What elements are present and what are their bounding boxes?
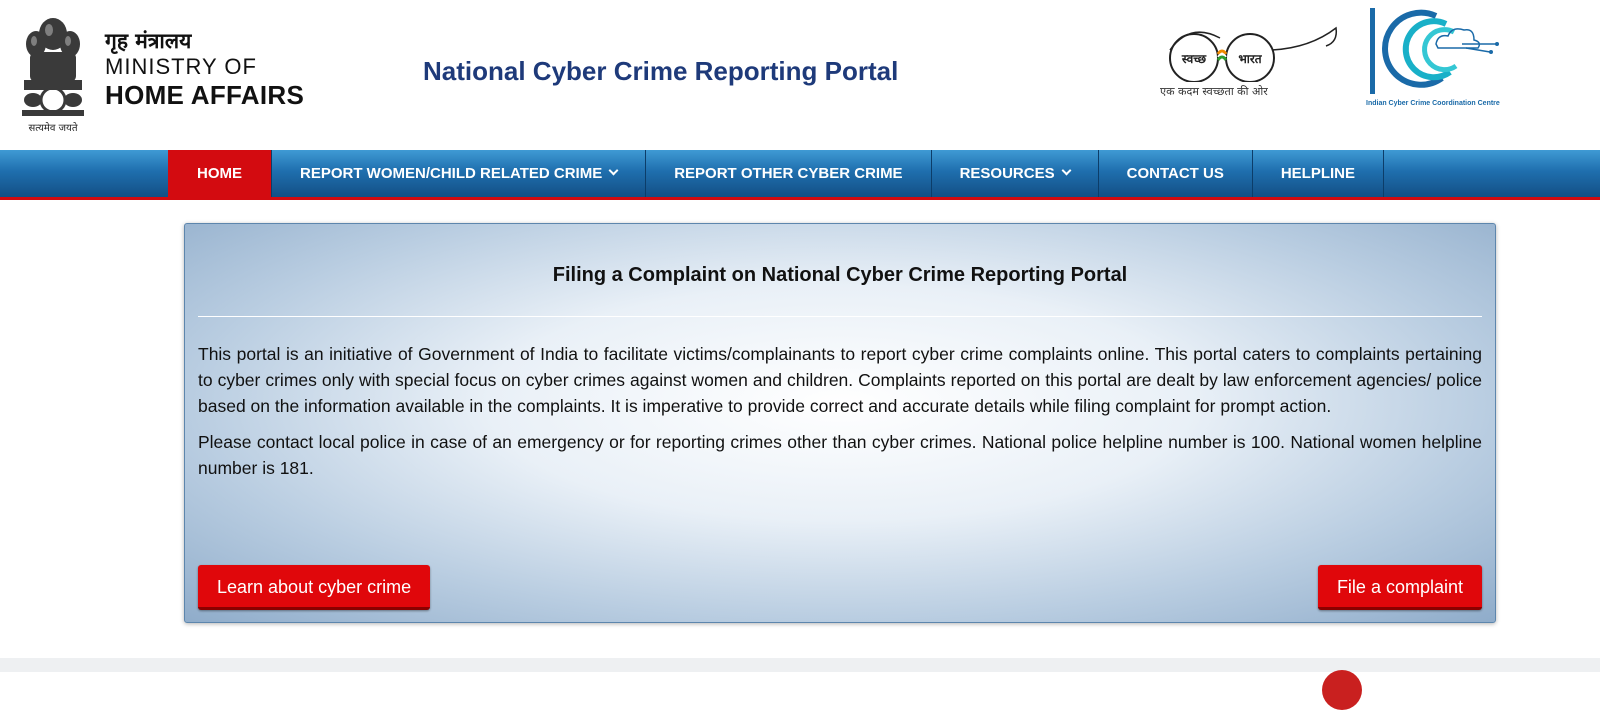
nav-report-women-child-crime[interactable]: REPORT WOMEN/CHILD RELATED CRIME xyxy=(272,150,647,197)
i4c-caption: Indian Cyber Crime Coordination Centre xyxy=(1366,100,1500,107)
emblem-motto: सत्यमेव जयते xyxy=(28,123,78,134)
nav-resources[interactable]: RESOURCES xyxy=(932,150,1099,197)
chevron-down-icon xyxy=(1061,165,1072,176)
main-navbar: HOME REPORT WOMEN/CHILD RELATED CRIME RE… xyxy=(0,150,1600,200)
site-header: सत्यमेव जयते गृह मंत्रालय MINISTRY OF HO… xyxy=(0,0,1600,150)
nav-report-other-cyber-crime[interactable]: REPORT OTHER CYBER CRIME xyxy=(646,150,932,197)
nav-helpline[interactable]: HELPLINE xyxy=(1253,150,1385,197)
swachh-right-text: भारत xyxy=(1238,52,1262,66)
nav-report-other-label: REPORT OTHER CYBER CRIME xyxy=(674,165,903,182)
national-emblem-logo: सत्यमेव जयते xyxy=(18,14,88,134)
complaint-info-card: Filing a Complaint on National Cyber Cri… xyxy=(184,223,1496,623)
nav-menu: HOME REPORT WOMEN/CHILD RELATED CRIME RE… xyxy=(168,150,1385,197)
swachh-left-text: स्वच्छ xyxy=(1181,52,1207,66)
swachh-glasses-icon: स्वच्छ भारत xyxy=(1169,26,1338,83)
file-complaint-button[interactable]: File a complaint xyxy=(1317,565,1482,610)
card-title: Filing a Complaint on National Cyber Cri… xyxy=(552,264,1128,286)
ministry-logo-text[interactable]: गृह मंत्रालय MINISTRY OF HOME AFFAIRS xyxy=(105,28,304,110)
swachh-tagline: एक कदम स्वच्छता की ओर xyxy=(1160,85,1268,98)
nav-home[interactable]: HOME xyxy=(168,150,272,197)
i4c-icon xyxy=(1370,8,1499,94)
nav-resources-label: RESOURCES xyxy=(959,165,1055,182)
divider xyxy=(198,316,1482,317)
card-body: This portal is an initiative of Governme… xyxy=(198,341,1482,491)
learn-about-cyber-crime-button[interactable]: Learn about cyber crime xyxy=(198,565,431,610)
footer-logo-partial xyxy=(1322,670,1362,710)
nav-helpline-label: HELPLINE xyxy=(1280,165,1356,182)
intro-paragraph: This portal is an initiative of Governme… xyxy=(198,344,1482,416)
ministry-name-line1: MINISTRY OF xyxy=(105,54,257,79)
emergency-paragraph: Please contact local police in case of a… xyxy=(198,432,1482,478)
nav-home-label: HOME xyxy=(197,165,242,182)
ministry-name-line2: HOME AFFAIRS xyxy=(105,80,305,110)
nav-contact-us[interactable]: CONTACT US xyxy=(1099,150,1253,197)
nav-report-women-child-label: REPORT WOMEN/CHILD RELATED CRIME xyxy=(300,165,603,182)
emblem-icon xyxy=(22,18,84,116)
nav-contact-label: CONTACT US xyxy=(1126,165,1224,182)
ministry-hindi-name: गृह मंत्रालय xyxy=(105,29,192,53)
portal-title: National Cyber Crime Reporting Portal xyxy=(423,56,899,86)
footer-strip xyxy=(0,658,1600,672)
swachh-bharat-logo: स्वच्छ भारत एक कदम स्वच्छता की ओर xyxy=(1160,18,1340,108)
i4c-logo[interactable]: Indian Cyber Crime Coordination Centre xyxy=(1366,4,1506,112)
chevron-down-icon xyxy=(608,165,619,176)
